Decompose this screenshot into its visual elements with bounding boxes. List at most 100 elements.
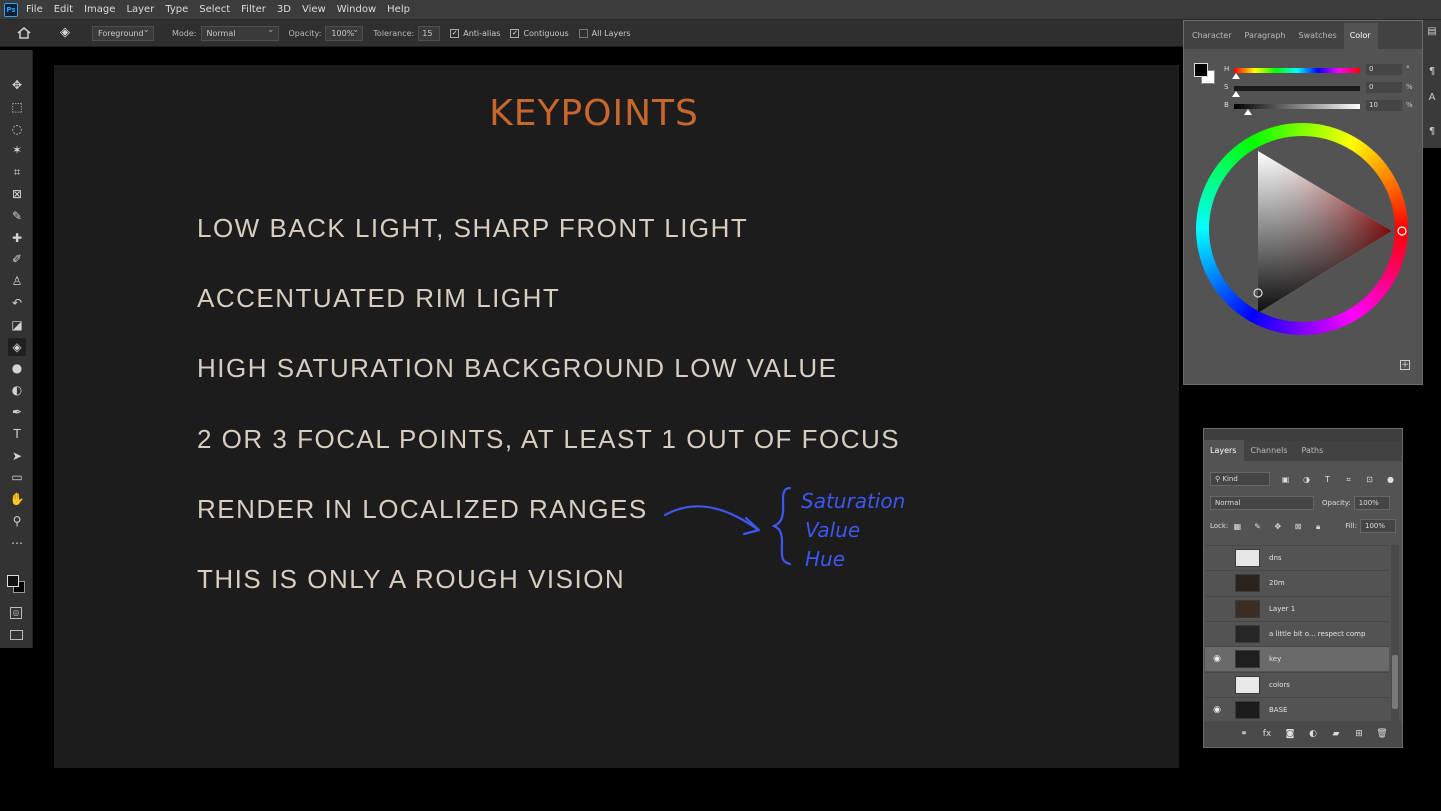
new-group-icon[interactable]: ▰ <box>1330 728 1342 740</box>
adjustment-layer-icon[interactable]: ◐ <box>1307 728 1319 740</box>
hand-tool-icon[interactable]: ✋ <box>8 490 26 508</box>
lock-pixels-icon[interactable]: ✎ <box>1253 521 1263 532</box>
menu-3d[interactable]: 3D <box>277 4 291 15</box>
contiguous-checkbox[interactable]: ✓ Contiguous <box>510 28 569 38</box>
saturation-slider[interactable] <box>1234 86 1360 91</box>
zoom-tool-icon[interactable]: ⚲ <box>8 512 26 530</box>
all-layers-checkbox[interactable]: All Layers <box>578 28 631 38</box>
adjustment-filter-icon[interactable]: ◑ <box>1301 474 1312 485</box>
layer-name[interactable]: dns <box>1269 554 1282 562</box>
brightness-value-field[interactable]: 10 <box>1366 100 1402 111</box>
layer-filter-select[interactable]: ⚲ Kind <box>1210 472 1270 486</box>
path-selection-tool-icon[interactable]: ➤ <box>8 447 26 465</box>
layers-scrollbar[interactable] <box>1391 545 1399 721</box>
saturation-slider-thumb[interactable] <box>1232 91 1240 97</box>
add-mask-icon[interactable]: ◙ <box>1284 728 1296 740</box>
layer-opacity-field[interactable]: 100% <box>1353 496 1390 510</box>
menu-view[interactable]: View <box>302 4 326 15</box>
move-tool-icon[interactable]: ✥ <box>8 76 26 94</box>
opacity-field[interactable]: 100% <box>325 24 364 41</box>
lock-artboard-icon[interactable]: ⊠ <box>1293 521 1303 532</box>
layer-name[interactable]: colors <box>1269 681 1290 689</box>
link-layers-icon[interactable]: ⚭ <box>1238 728 1250 740</box>
eye-hidden-icon[interactable] <box>1211 680 1223 690</box>
lasso-tool-icon[interactable]: ◌ <box>8 120 26 138</box>
layer-name[interactable]: 20m <box>1269 579 1285 587</box>
layer-name[interactable]: BASE <box>1269 706 1287 714</box>
dodge-tool-icon[interactable]: ◐ <box>8 381 26 399</box>
layer-row[interactable]: ◉ BASE <box>1205 696 1389 722</box>
crop-tool-icon[interactable]: ⌗ <box>8 163 26 181</box>
fill-source-select[interactable]: Foreground <box>92 24 154 41</box>
brightness-slider[interactable] <box>1234 104 1360 109</box>
delete-layer-icon[interactable]: 🗑︎ <box>1376 728 1388 740</box>
menu-help[interactable]: Help <box>387 4 410 15</box>
more-tool-icon[interactable]: ⋯ <box>8 534 26 552</box>
layer-row[interactable]: 20m <box>1205 570 1389 595</box>
layer-row[interactable]: dns <box>1205 545 1389 570</box>
layer-row[interactable]: Layer 1 <box>1205 595 1389 621</box>
filter-toggle-icon[interactable]: ● <box>1385 474 1396 485</box>
quick-mask-icon[interactable]: ◎ <box>10 607 22 619</box>
tab-channels[interactable]: Channels <box>1244 446 1295 461</box>
type-filter-icon[interactable]: T <box>1322 474 1333 485</box>
menu-type[interactable]: Type <box>165 4 188 15</box>
healing-tool-icon[interactable]: ✚ <box>8 229 26 247</box>
type-tool-icon[interactable]: T <box>8 425 26 443</box>
menu-window[interactable]: Window <box>337 4 376 15</box>
hue-value-field[interactable]: 0 <box>1366 64 1402 75</box>
layers-scrollbar-thumb[interactable] <box>1392 655 1398 709</box>
magic-wand-tool-icon[interactable]: ✶ <box>8 141 26 159</box>
home-icon[interactable] <box>16 26 32 40</box>
marquee-tool-icon[interactable]: ⬚ <box>8 98 26 116</box>
shape-filter-icon[interactable]: ⌗ <box>1343 474 1354 485</box>
tab-paragraph[interactable]: Paragraph <box>1239 31 1293 49</box>
brush-tool-icon[interactable]: ✐ <box>8 250 26 268</box>
add-panel-icon[interactable]: + <box>1400 360 1410 370</box>
character-panel-icon[interactable]: A <box>1426 92 1438 106</box>
menu-filter[interactable]: Filter <box>241 4 266 15</box>
paragraph-panel-icon[interactable]: ¶ <box>1426 66 1438 80</box>
layer-name[interactable]: key <box>1269 655 1281 663</box>
tab-paths[interactable]: Paths <box>1296 446 1332 461</box>
pen-tool-icon[interactable]: ✒ <box>8 403 26 421</box>
brightness-slider-thumb[interactable] <box>1244 109 1252 115</box>
menu-file[interactable]: File <box>26 4 43 15</box>
tab-swatches[interactable]: Swatches <box>1292 31 1343 49</box>
history-brush-tool-icon[interactable]: ↶ <box>8 294 26 312</box>
lock-all-icon[interactable]: 🔒︎ <box>1313 521 1323 532</box>
rectangle-tool-icon[interactable]: ▭ <box>8 468 26 486</box>
tolerance-field[interactable]: 15 <box>418 25 441 41</box>
paint-bucket-tool-icon[interactable]: ◈ <box>8 337 26 356</box>
paint-bucket-icon[interactable]: ◈ ⌄ <box>60 25 82 56</box>
saturation-value-field[interactable]: 0 <box>1366 82 1402 93</box>
menu-edit[interactable]: Edit <box>54 4 73 15</box>
eyedropper-tool-icon[interactable]: ✎ <box>8 207 26 225</box>
photoshop-logo-icon[interactable]: Ps <box>4 2 18 17</box>
new-layer-icon[interactable]: ⊞ <box>1353 728 1365 740</box>
eye-hidden-icon[interactable] <box>1211 629 1223 639</box>
eye-icon[interactable]: ◉ <box>1211 654 1223 664</box>
tab-color[interactable]: Color <box>1343 23 1378 49</box>
image-filter-icon[interactable]: ▣ <box>1280 474 1291 485</box>
layer-row[interactable]: ◉ key <box>1205 646 1389 672</box>
layer-name[interactable]: a little bit o... respect comp <box>1269 630 1365 638</box>
stamp-tool-icon[interactable]: ♙ <box>8 272 26 290</box>
menu-image[interactable]: Image <box>84 4 115 15</box>
layer-style-icon[interactable]: fx <box>1261 728 1273 740</box>
antialias-checkbox[interactable]: ✓ Anti-alias <box>450 28 500 38</box>
smart-object-filter-icon[interactable]: ⊡ <box>1364 474 1375 485</box>
hue-slider[interactable] <box>1234 68 1360 73</box>
panel-icon[interactable]: ▤ <box>1426 26 1438 40</box>
blur-tool-icon[interactable]: ● <box>8 359 26 377</box>
eraser-tool-icon[interactable]: ◪ <box>8 316 26 334</box>
layer-fill-field[interactable]: 100% <box>1359 519 1396 533</box>
eye-icon[interactable]: ◉ <box>1211 705 1223 715</box>
menu-select[interactable]: Select <box>199 4 230 15</box>
foreground-color-swatch[interactable] <box>1194 63 1208 77</box>
eye-hidden-icon[interactable] <box>1211 578 1223 588</box>
lock-transparent-icon[interactable]: ▦ <box>1232 521 1242 532</box>
lock-position-icon[interactable]: ✥ <box>1273 521 1283 532</box>
layer-row[interactable]: colors <box>1205 671 1389 697</box>
toolbar-foreground-swatch[interactable] <box>7 575 19 587</box>
